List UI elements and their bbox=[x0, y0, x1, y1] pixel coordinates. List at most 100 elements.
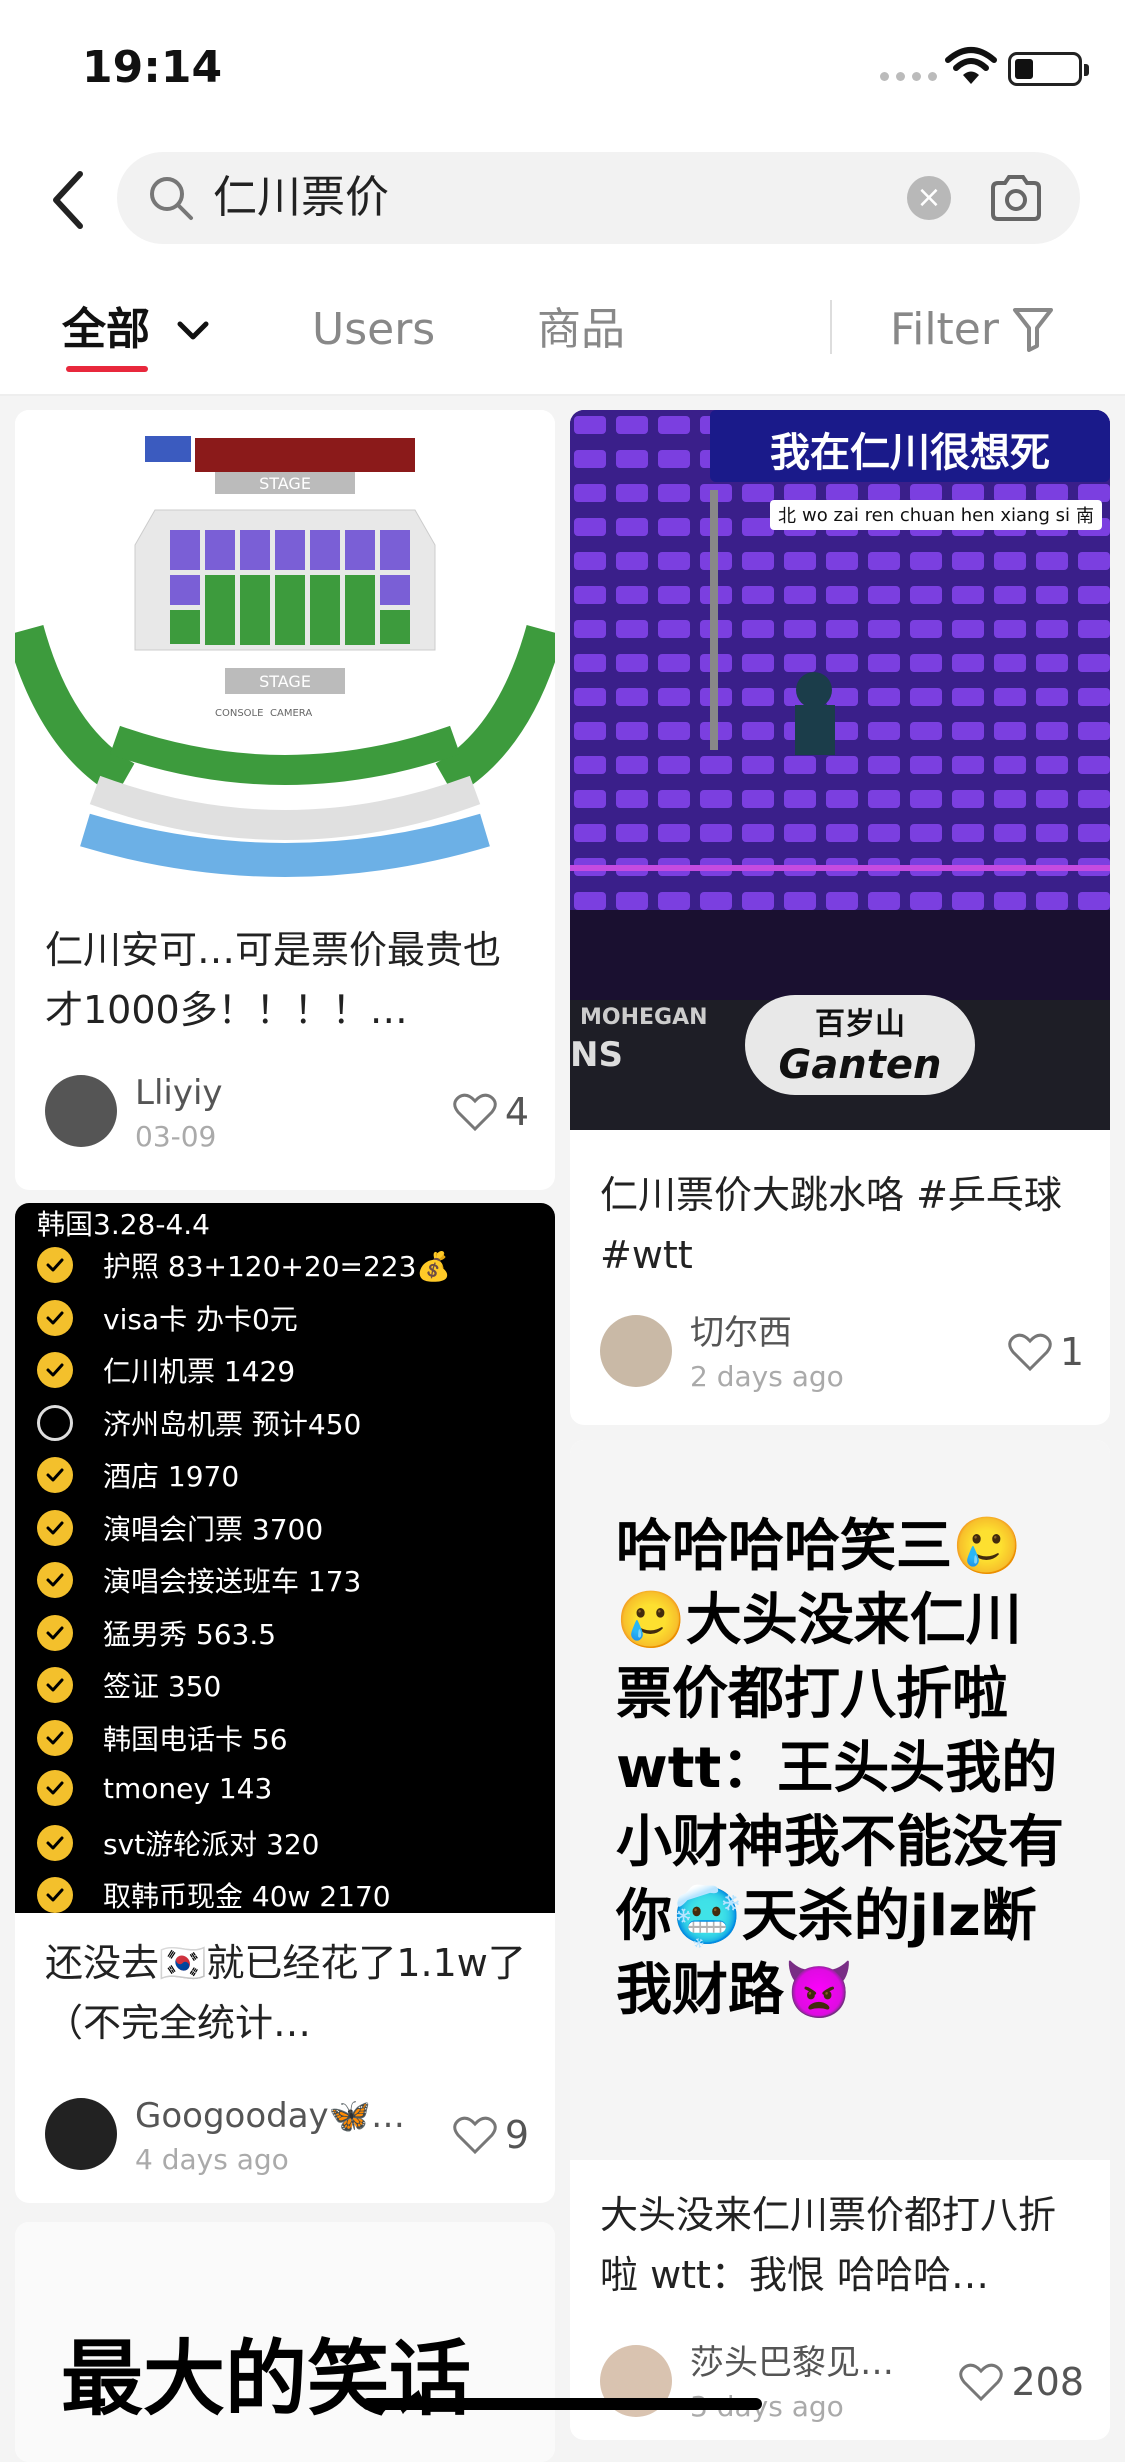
top-bar: 19:14 仁川票价 × 全部 Users 商品 Filter bbox=[0, 0, 1125, 396]
sponsor-en: Ganten bbox=[778, 1042, 942, 1088]
filter-icon[interactable] bbox=[1012, 306, 1054, 352]
note-card[interactable]: 我在仁川很想死 北 wo zai ren chuan hen xiang si … bbox=[570, 410, 1110, 1425]
note-card[interactable]: 最大的笑话 bbox=[15, 2222, 555, 2462]
checklist-item: 签证 350 bbox=[37, 1665, 221, 1705]
check-circle-icon bbox=[37, 1824, 73, 1861]
tab-goods[interactable]: 商品 bbox=[537, 302, 625, 358]
tab-all[interactable]: 全部 bbox=[62, 302, 150, 358]
checklist-item-text: 取韩币现金 40w 2170 bbox=[103, 1880, 391, 1913]
like-button[interactable]: 9 bbox=[453, 2113, 529, 2157]
note-card[interactable]: 韩国3.28-4.4 护照 83+120+20=223💰 visa卡 办卡0元 仁川… bbox=[15, 1203, 555, 2203]
check-circle-icon bbox=[37, 1562, 73, 1598]
back-arrow-icon[interactable] bbox=[46, 168, 90, 232]
card-title: 还没去🇰🇷就已经花了1.1w了（不完全统计… bbox=[45, 1941, 526, 2045]
stage-label: STAGE bbox=[259, 474, 311, 493]
active-tab-indicator bbox=[66, 366, 148, 372]
like-button[interactable]: 208 bbox=[959, 2360, 1084, 2404]
checklist-image: 韩国3.28-4.4 护照 83+120+20=223💰 visa卡 办卡0元 仁川… bbox=[15, 1203, 555, 1913]
status-time: 19:14 bbox=[82, 42, 223, 93]
checklist-item-text: 签证 350 bbox=[103, 1670, 222, 1703]
checklist-item: 取韩币现金 40w 2170 bbox=[37, 1875, 391, 1913]
note-card[interactable]: 哈哈哈哈笑三🥲🥲大头没来仁川票价都打八折啦wtt：王头头我的小财神我不能没有你🥶… bbox=[570, 1440, 1110, 2440]
checklist-item-text: tmoney 143 bbox=[103, 1771, 273, 1805]
checklist-item: 韩国电话卡 56 bbox=[37, 1718, 288, 1758]
camera-label: CAMERA bbox=[270, 708, 312, 719]
console-label: CONSOLE bbox=[215, 708, 263, 719]
status-bar: 19:14 bbox=[0, 0, 1125, 140]
card-title: 仁川安可…可是票价最贵也才1000多！！！！… bbox=[45, 928, 502, 1032]
tab-users[interactable]: Users bbox=[312, 302, 435, 358]
sponsor-cn: 百岁山 bbox=[815, 1007, 905, 1042]
checklist-item-text: 演唱会门票 3700 bbox=[103, 1512, 324, 1546]
search-bar[interactable]: 仁川票价 × bbox=[117, 152, 1080, 244]
banner-text: 我在仁川很想死 bbox=[770, 430, 1050, 476]
wifi-icon bbox=[945, 47, 997, 84]
checklist-item: 济州岛机票 预计450 bbox=[37, 1403, 361, 1443]
mohegan-text: MOHEGAN bbox=[580, 1005, 708, 1030]
note-image: 最大的笑话 bbox=[15, 2222, 555, 2462]
search-input[interactable]: 仁川票价 bbox=[213, 170, 389, 226]
checklist-item: visa卡 办卡0元 bbox=[37, 1298, 298, 1338]
like-button[interactable]: 4 bbox=[453, 1090, 529, 1134]
chevron-down-icon[interactable] bbox=[176, 314, 210, 346]
stage-label-2: STAGE bbox=[259, 672, 311, 691]
card-title: 大头没来仁川票价都打八折啦 wtt：我恨 哈哈哈… bbox=[600, 2193, 1057, 2297]
seat-map-image: STAGE STAGE CONSOLE CAMERA bbox=[15, 410, 555, 895]
check-circle-icon bbox=[37, 1247, 73, 1283]
checklist-item-text: svt游轮派对 320 bbox=[103, 1827, 320, 1861]
username[interactable]: Lliyiy bbox=[135, 1073, 223, 1113]
username[interactable]: 切尔西 bbox=[690, 1313, 792, 1353]
check-circle-icon bbox=[37, 1770, 73, 1806]
checklist-item: svt游轮派对 320 bbox=[37, 1823, 319, 1863]
check-circle-icon bbox=[37, 1614, 73, 1651]
checklist-item-text: 猛男秀 563.5 bbox=[103, 1617, 277, 1651]
checklist-item-text: 韩国电话卡 56 bbox=[103, 1722, 288, 1756]
empty-circle-icon bbox=[37, 1404, 73, 1441]
checklist-item: 酒店 1970 bbox=[37, 1455, 239, 1495]
camera-icon[interactable] bbox=[989, 174, 1043, 222]
checklist-item-text: 护照 83+120+20=223💰 bbox=[103, 1250, 452, 1283]
avatar[interactable] bbox=[600, 1315, 672, 1387]
check-circle-icon bbox=[37, 1299, 73, 1336]
like-button[interactable]: 1 bbox=[1008, 1330, 1084, 1374]
like-count: 1 bbox=[1059, 1330, 1084, 1374]
checklist-item-text: 酒店 1970 bbox=[103, 1460, 240, 1493]
check-circle-icon bbox=[37, 1877, 73, 1913]
check-circle-icon bbox=[37, 1352, 73, 1388]
checklist-header: 韩国3.28-4.4 bbox=[37, 1208, 210, 1241]
checklist-item: 演唱会门票 3700 bbox=[37, 1508, 323, 1548]
username[interactable]: 莎头巴黎见… bbox=[690, 2343, 894, 2383]
avatar[interactable] bbox=[45, 2098, 117, 2170]
check-circle-icon bbox=[37, 1457, 73, 1493]
checklist-item-text: 济州岛机票 预计450 bbox=[103, 1407, 362, 1441]
username[interactable]: Googooday🦋… bbox=[135, 2096, 435, 2136]
check-circle-icon bbox=[37, 1667, 73, 1703]
check-circle-icon bbox=[37, 1509, 73, 1546]
meme-text: 哈哈哈哈笑三🥲🥲大头没来仁川票价都打八折啦wtt：王头头我的小财神我不能没有你🥶… bbox=[616, 1514, 1064, 2023]
clear-icon[interactable]: × bbox=[907, 176, 951, 220]
tab-divider bbox=[830, 300, 832, 354]
checklist-item: tmoney 143 bbox=[37, 1770, 272, 1806]
battery-icon bbox=[1008, 52, 1089, 86]
stadium-photo: 我在仁川很想死 北 wo zai ren chuan hen xiang si … bbox=[570, 410, 1110, 1130]
checklist-item-text: visa卡 办卡0元 bbox=[103, 1302, 298, 1336]
signal-icon bbox=[880, 72, 937, 81]
filter-button[interactable]: Filter bbox=[890, 302, 999, 358]
checklist-item-text: 演唱会接送班车 173 bbox=[103, 1565, 362, 1598]
post-date: 2 days ago bbox=[690, 1360, 844, 1393]
ns-text: NS bbox=[570, 1035, 623, 1075]
subtitle-right: 南 bbox=[1075, 506, 1094, 527]
avatar[interactable] bbox=[45, 1075, 117, 1147]
meme-image: 哈哈哈哈笑三🥲🥲大头没来仁川票价都打八折啦wtt：王头头我的小财神我不能没有你🥶… bbox=[570, 1440, 1110, 2160]
checklist-item: 护照 83+120+20=223💰 bbox=[37, 1245, 451, 1285]
like-count: 9 bbox=[504, 2113, 529, 2157]
post-date: 4 days ago bbox=[135, 2143, 289, 2176]
card-title: 仁川票价大跳水咯 #乒乓球 #wtt bbox=[600, 1173, 1062, 1277]
heart-icon bbox=[959, 2363, 1004, 2402]
note-card[interactable]: STAGE STAGE CONSOLE CAMERA 仁川安可…可是票价最贵也才… bbox=[15, 410, 555, 1190]
tab-bar: 全部 Users 商品 Filter bbox=[0, 290, 1125, 372]
checklist-item: 演唱会接送班车 173 bbox=[37, 1560, 361, 1600]
subtitle-left: 北 bbox=[778, 506, 796, 527]
like-count: 208 bbox=[1011, 2360, 1084, 2404]
big-title-text: 最大的笑话 bbox=[61, 2332, 472, 2427]
